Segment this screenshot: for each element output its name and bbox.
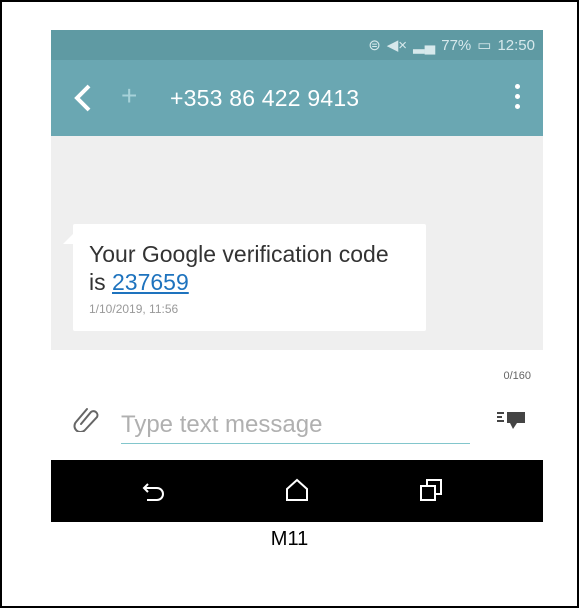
nav-recents-icon[interactable] xyxy=(417,476,445,504)
verification-code-link[interactable]: 237659 xyxy=(112,269,189,295)
message-bubble: Your Google verification code is 237659 … xyxy=(63,224,426,331)
back-icon[interactable] xyxy=(71,80,95,116)
send-icon[interactable] xyxy=(495,404,529,434)
overflow-menu-icon[interactable] xyxy=(513,84,521,114)
figure-caption: M11 xyxy=(270,528,309,550)
signal-icon: ▂▄ xyxy=(413,37,436,54)
battery-icon: ▭ xyxy=(477,37,492,54)
app-bar: + +353 86 422 9413 xyxy=(51,60,543,136)
message-text: Your Google verification code is 237659 xyxy=(89,240,409,296)
phone-screen: ⊜ ◀× ▂▄ 77% ▭ 12:50 + +353 86 422 9413 Y… xyxy=(51,30,543,522)
compose-area: 0/160 Type text message xyxy=(51,350,543,460)
attach-icon[interactable] xyxy=(73,404,101,432)
add-contact-icon[interactable]: + xyxy=(121,78,137,114)
contact-number: +353 86 422 9413 xyxy=(170,85,360,111)
data-saver-icon: ⊜ xyxy=(368,37,381,54)
nav-home-icon[interactable] xyxy=(283,476,311,504)
bubble-tail xyxy=(63,232,75,244)
message-timestamp: 1/10/2019, 11:56 xyxy=(89,302,179,316)
clock: 12:50 xyxy=(497,36,535,54)
battery-percent: 77% xyxy=(441,36,472,54)
conversation-area: Your Google verification code is 237659 … xyxy=(51,136,543,350)
message-input[interactable]: Type text message xyxy=(121,407,470,444)
mute-icon: ◀× xyxy=(386,37,408,54)
navigation-bar xyxy=(51,460,543,522)
nav-back-icon[interactable] xyxy=(139,476,167,504)
status-bar: ⊜ ◀× ▂▄ 77% ▭ 12:50 xyxy=(51,30,543,60)
character-counter: 0/160 xyxy=(503,370,531,382)
